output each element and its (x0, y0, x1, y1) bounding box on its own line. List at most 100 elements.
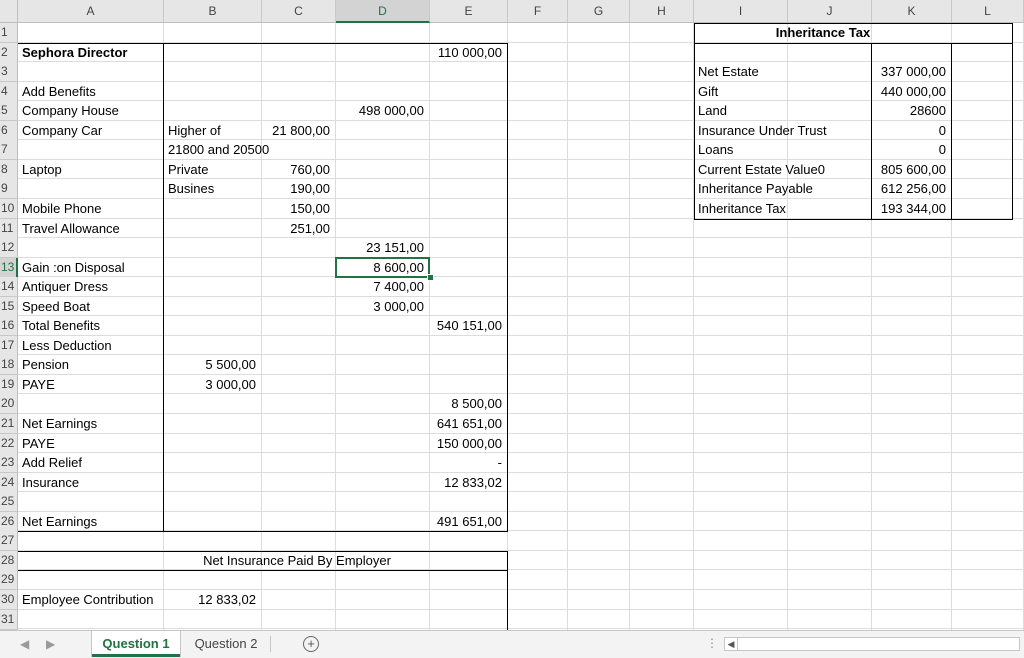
row-header-30[interactable]: 30 (0, 590, 18, 610)
cell-a2[interactable]: Sephora Director (22, 43, 127, 62)
cell-c9[interactable]: 190,00 (266, 179, 330, 198)
fill-handle[interactable] (427, 274, 434, 281)
row-header-25[interactable]: 25 (0, 492, 18, 512)
cell-e26[interactable]: 491 651,00 (434, 512, 502, 531)
cell-c11[interactable]: 251,00 (266, 219, 330, 238)
cell-k5[interactable]: 28600 (876, 101, 946, 120)
column-header-i[interactable]: I (694, 0, 788, 23)
cell-e24[interactable]: 12 833,02 (434, 473, 502, 492)
cell-a19[interactable]: PAYE (22, 375, 55, 394)
row-header-29[interactable]: 29 (0, 570, 18, 590)
row-header-12[interactable]: 12 (0, 238, 18, 258)
cell-k8[interactable]: 805 600,00 (876, 160, 946, 179)
cell-i4[interactable]: Gift (698, 82, 718, 101)
cell-a18[interactable]: Pension (22, 355, 69, 374)
cell-a24[interactable]: Insurance (22, 473, 79, 492)
row-header-9[interactable]: 9 (0, 179, 18, 199)
row-header-22[interactable]: 22 (0, 434, 18, 454)
cell-a13[interactable]: Gain :on Disposal (22, 258, 125, 277)
scroll-left-icon[interactable]: ◀ (725, 638, 738, 650)
cell-a14[interactable]: Antiquer Dress (22, 277, 108, 296)
column-header-b[interactable]: B (164, 0, 262, 23)
add-sheet-button[interactable]: + (303, 636, 319, 652)
column-header-l[interactable]: L (952, 0, 1024, 23)
cell-i1[interactable]: Inheritance Tax (698, 23, 948, 42)
cell-b7[interactable]: 21800 and 20500 (168, 140, 269, 159)
column-header-h[interactable]: H (630, 0, 694, 23)
cell-b19[interactable]: 3 000,00 (168, 375, 256, 394)
cell-e2[interactable]: 110 000,00 (434, 43, 502, 62)
cell-e22[interactable]: 150 000,00 (434, 434, 502, 453)
column-header-c[interactable]: C (262, 0, 336, 23)
row-header-15[interactable]: 15 (0, 297, 18, 317)
row-header-19[interactable]: 19 (0, 375, 18, 395)
column-header-g[interactable]: G (568, 0, 630, 23)
cell-k7[interactable]: 0 (876, 140, 946, 159)
cell-b30[interactable]: 12 833,02 (168, 590, 256, 609)
row-header-3[interactable]: 3 (0, 62, 18, 82)
row-header-26[interactable]: 26 (0, 512, 18, 532)
cell-i3[interactable]: Net Estate (698, 62, 759, 81)
cell-i9[interactable]: Inheritance Payable (698, 179, 813, 198)
row-header-13[interactable]: 13 (0, 258, 18, 278)
cell-d14[interactable]: 7 400,00 (340, 277, 424, 296)
row-header-27[interactable]: 27 (0, 531, 18, 551)
row-header-14[interactable]: 14 (0, 277, 18, 297)
tab-question-2[interactable]: Question 2 (184, 631, 268, 657)
column-header-k[interactable]: K (872, 0, 952, 23)
cell-i10[interactable]: Inheritance Tax (698, 199, 786, 218)
cell-i8[interactable]: Current Estate Value0 (698, 160, 825, 179)
column-header-d[interactable]: D (336, 0, 430, 23)
cell-k9[interactable]: 612 256,00 (876, 179, 946, 198)
cell-d15[interactable]: 3 000,00 (340, 297, 424, 316)
cell-a10[interactable]: Mobile Phone (22, 199, 102, 218)
spreadsheet-grid[interactable]: A B C D E F G H I J K L 1 2 3 4 5 6 7 8 9 10 11 12 13 14 15 16 17 18 1… (0, 0, 1024, 630)
row-header-20[interactable]: 20 (0, 394, 18, 414)
row-header-4[interactable]: 4 (0, 82, 18, 102)
cell-b28[interactable]: Net Insurance Paid By Employer (168, 551, 426, 570)
next-sheet-icon[interactable]: ▶ (46, 637, 55, 651)
cell-k3[interactable]: 337 000,00 (876, 62, 946, 81)
cell-i7[interactable]: Loans (698, 140, 733, 159)
horizontal-scrollbar[interactable]: ◀ (724, 637, 1020, 651)
cell-a22[interactable]: PAYE (22, 434, 55, 453)
row-header-10[interactable]: 10 (0, 199, 18, 219)
cell-e23[interactable]: - (434, 453, 502, 472)
row-header-21[interactable]: 21 (0, 414, 18, 434)
column-header-j[interactable]: J (788, 0, 872, 23)
cell-a17[interactable]: Less Deduction (22, 336, 112, 355)
row-header-7[interactable]: 7 (0, 140, 18, 160)
cell-c6[interactable]: 21 800,00 (266, 121, 330, 140)
column-header-a[interactable]: A (18, 0, 164, 23)
cell-e16[interactable]: 540 151,00 (434, 316, 502, 335)
cell-a8[interactable]: Laptop (22, 160, 62, 179)
row-header-11[interactable]: 11 (0, 219, 18, 239)
cell-c10[interactable]: 150,00 (266, 199, 330, 218)
column-header-e[interactable]: E (430, 0, 508, 23)
row-header-6[interactable]: 6 (0, 121, 18, 141)
row-header-5[interactable]: 5 (0, 101, 18, 121)
cell-b8[interactable]: Private (168, 160, 208, 179)
cell-k10[interactable]: 193 344,00 (876, 199, 946, 218)
cell-i5[interactable]: Land (698, 101, 727, 120)
row-header-2[interactable]: 2 (0, 43, 18, 63)
row-header-8[interactable]: 8 (0, 160, 18, 180)
cell-a6[interactable]: Company Car (22, 121, 102, 140)
cell-b6[interactable]: Higher of (168, 121, 221, 140)
cell-a4[interactable]: Add Benefits (22, 82, 96, 101)
row-header-17[interactable]: 17 (0, 336, 18, 356)
cell-k4[interactable]: 440 000,00 (876, 82, 946, 101)
cell-a11[interactable]: Travel Allowance (22, 219, 120, 238)
tab-question-1[interactable]: Question 1 (92, 631, 180, 657)
tab-options-icon[interactable]: ⋮ (706, 636, 718, 650)
cell-b18[interactable]: 5 500,00 (168, 355, 256, 374)
cell-a21[interactable]: Net Earnings (22, 414, 97, 433)
cell-a16[interactable]: Total Benefits (22, 316, 100, 335)
cell-a30[interactable]: Employee Contribution (22, 590, 154, 609)
row-header-18[interactable]: 18 (0, 355, 18, 375)
cell-a26[interactable]: Net Earnings (22, 512, 97, 531)
cell-k6[interactable]: 0 (876, 121, 946, 140)
cell-b9[interactable]: Busines (168, 179, 214, 198)
cell-a5[interactable]: Company House (22, 101, 119, 120)
row-header-24[interactable]: 24 (0, 473, 18, 493)
